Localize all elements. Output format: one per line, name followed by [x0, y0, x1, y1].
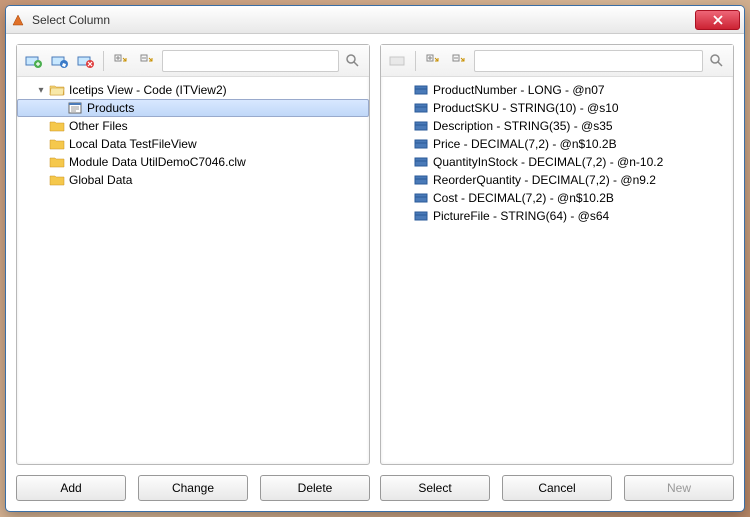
- folder-open-icon: [49, 83, 65, 97]
- field-icon: [413, 191, 429, 205]
- field-icon: [413, 173, 429, 187]
- column-item-label: Cost - DECIMAL(7,2) - @n$10.2B: [433, 191, 614, 205]
- right-panel: ProductNumber - LONG - @n07 ProductSKU - …: [380, 44, 734, 465]
- field-icon: [413, 119, 429, 133]
- collapse-all-icon[interactable]: [136, 50, 158, 72]
- left-search-input[interactable]: [162, 50, 339, 72]
- search-icon[interactable]: [707, 51, 727, 71]
- field-icon: [413, 83, 429, 97]
- left-toolbar: [17, 45, 369, 77]
- column-item[interactable]: Price - DECIMAL(7,2) - @n$10.2B: [381, 135, 733, 153]
- view-icon[interactable]: [387, 50, 409, 72]
- right-button-group: Select Cancel New: [380, 475, 734, 501]
- add-button[interactable]: Add: [16, 475, 126, 501]
- add-icon[interactable]: [23, 50, 45, 72]
- expand-all-icon[interactable]: [422, 50, 444, 72]
- select-button[interactable]: Select: [380, 475, 490, 501]
- field-icon: [413, 155, 429, 169]
- tree-item-label: Icetips View - Code (ITView2): [69, 83, 227, 97]
- tree-item[interactable]: Global Data: [17, 171, 369, 189]
- folder-closed-icon: [49, 173, 65, 187]
- close-button[interactable]: [695, 10, 740, 30]
- edit-icon[interactable]: [49, 50, 71, 72]
- column-item-label: Price - DECIMAL(7,2) - @n$10.2B: [433, 137, 617, 151]
- tree-item-label: Module Data UtilDemoC7046.clw: [69, 155, 246, 169]
- select-column-window: Select Column: [5, 5, 745, 512]
- field-icon: [413, 209, 429, 223]
- column-item-label: PictureFile - STRING(64) - @s64: [433, 209, 609, 223]
- source-tree[interactable]: ▾ Icetips View - Code (ITView2)Products …: [17, 77, 369, 464]
- column-item-label: ProductNumber - LONG - @n07: [433, 83, 605, 97]
- delete-button[interactable]: Delete: [260, 475, 370, 501]
- toolbar-separator: [103, 51, 104, 71]
- tree-item[interactable]: Products: [17, 99, 369, 117]
- right-toolbar: [381, 45, 733, 77]
- column-item[interactable]: ReorderQuantity - DECIMAL(7,2) - @n9.2: [381, 171, 733, 189]
- content-area: ▾ Icetips View - Code (ITView2)Products …: [6, 34, 744, 511]
- delete-icon[interactable]: [75, 50, 97, 72]
- column-item[interactable]: Description - STRING(35) - @s35: [381, 117, 733, 135]
- right-search-input[interactable]: [474, 50, 703, 72]
- field-icon: [413, 137, 429, 151]
- column-item-label: QuantityInStock - DECIMAL(7,2) - @n-10.2: [433, 155, 663, 169]
- tree-item-label: Global Data: [69, 173, 132, 187]
- form-icon: [67, 101, 83, 115]
- column-item[interactable]: Cost - DECIMAL(7,2) - @n$10.2B: [381, 189, 733, 207]
- cancel-button[interactable]: Cancel: [502, 475, 612, 501]
- folder-closed-icon: [49, 137, 65, 151]
- field-icon: [413, 101, 429, 115]
- folder-closed-icon: [49, 119, 65, 133]
- collapse-icon[interactable]: ▾: [35, 84, 47, 96]
- tree-item-label: Products: [87, 101, 134, 115]
- tree-item[interactable]: Other Files: [17, 117, 369, 135]
- window-title: Select Column: [32, 13, 695, 27]
- titlebar: Select Column: [6, 6, 744, 34]
- tree-item[interactable]: Local Data TestFileView: [17, 135, 369, 153]
- column-item-label: ProductSKU - STRING(10) - @s10: [433, 101, 619, 115]
- column-item-label: Description - STRING(35) - @s35: [433, 119, 613, 133]
- column-list[interactable]: ProductNumber - LONG - @n07 ProductSKU - …: [381, 77, 733, 464]
- column-item-label: ReorderQuantity - DECIMAL(7,2) - @n9.2: [433, 173, 656, 187]
- expand-all-icon[interactable]: [110, 50, 132, 72]
- tree-item[interactable]: Module Data UtilDemoC7046.clw: [17, 153, 369, 171]
- tree-item[interactable]: ▾ Icetips View - Code (ITView2): [17, 81, 369, 99]
- panels-row: ▾ Icetips View - Code (ITView2)Products …: [16, 44, 734, 465]
- new-button: New: [624, 475, 734, 501]
- column-item[interactable]: ProductSKU - STRING(10) - @s10: [381, 99, 733, 117]
- change-button[interactable]: Change: [138, 475, 248, 501]
- column-item[interactable]: QuantityInStock - DECIMAL(7,2) - @n-10.2: [381, 153, 733, 171]
- tree-item-label: Local Data TestFileView: [69, 137, 197, 151]
- app-icon: [10, 12, 26, 28]
- tree-item-label: Other Files: [69, 119, 128, 133]
- collapse-all-icon[interactable]: [448, 50, 470, 72]
- toolbar-separator: [415, 51, 416, 71]
- folder-closed-icon: [49, 155, 65, 169]
- column-item[interactable]: ProductNumber - LONG - @n07: [381, 81, 733, 99]
- column-item[interactable]: PictureFile - STRING(64) - @s64: [381, 207, 733, 225]
- button-row: Add Change Delete Select Cancel New: [16, 475, 734, 501]
- left-panel: ▾ Icetips View - Code (ITView2)Products …: [16, 44, 370, 465]
- search-icon[interactable]: [343, 51, 363, 71]
- left-button-group: Add Change Delete: [16, 475, 370, 501]
